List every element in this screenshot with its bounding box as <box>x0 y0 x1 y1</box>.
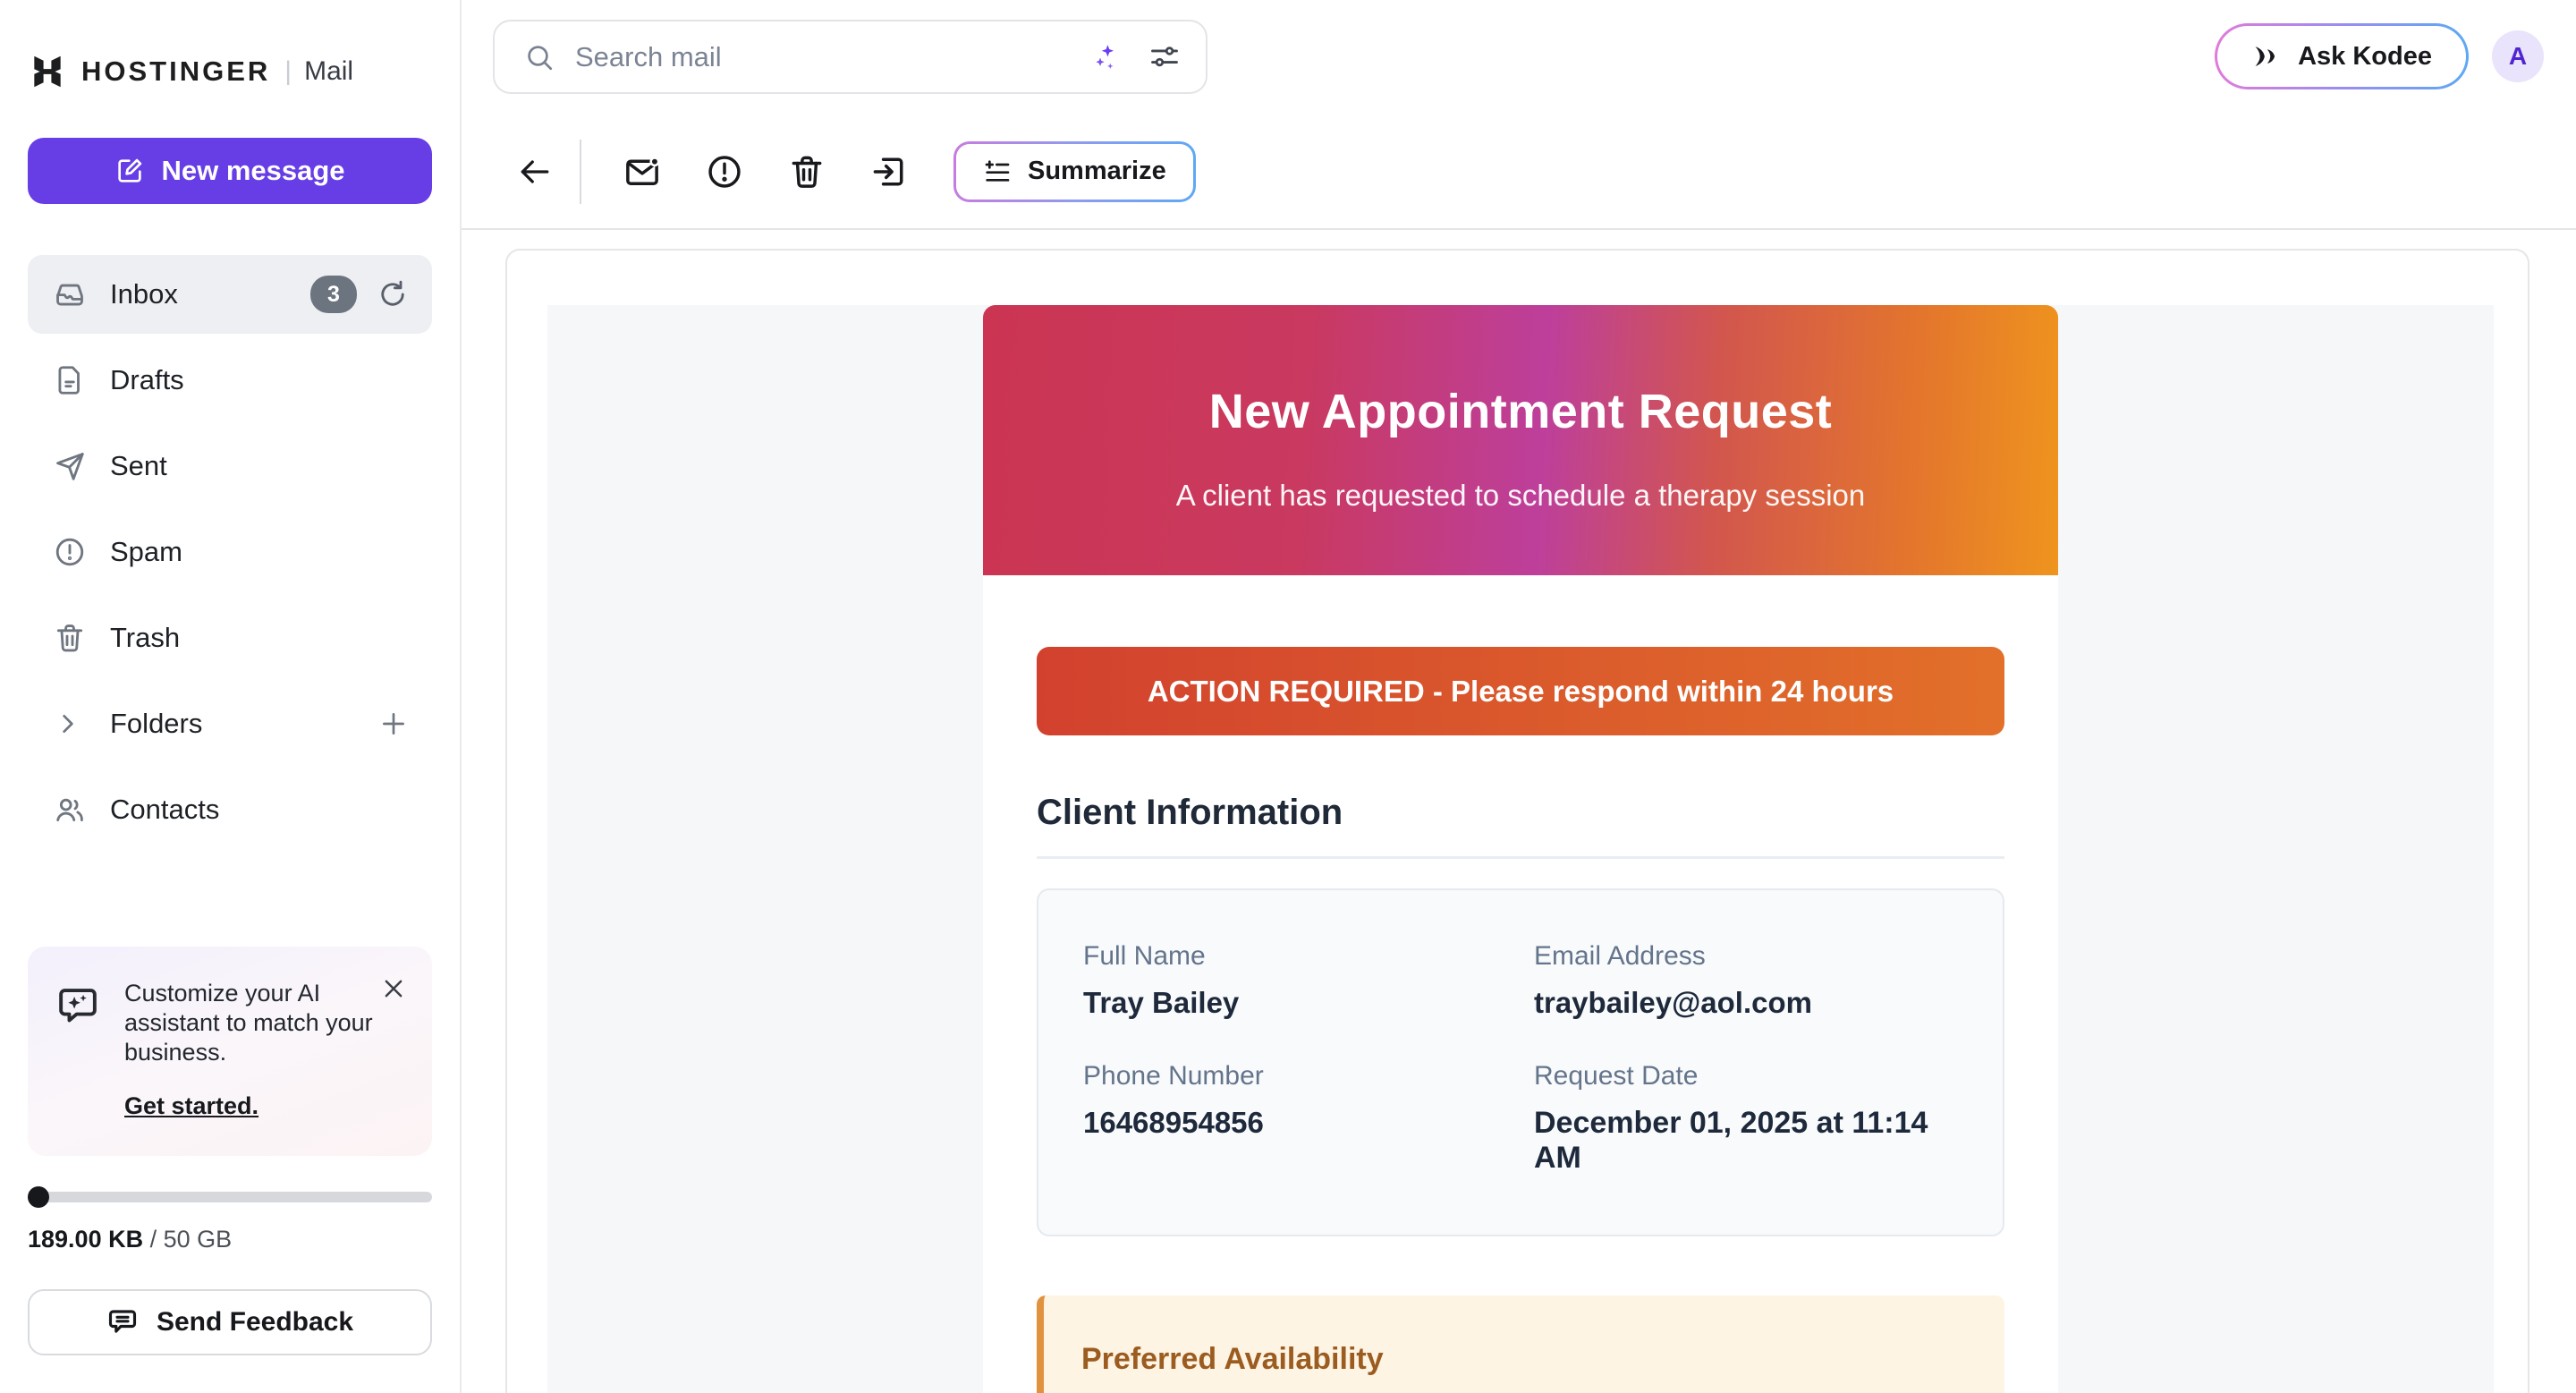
search-filters-icon[interactable] <box>1148 41 1181 73</box>
storage-used: 189.00 KB <box>28 1226 143 1253</box>
brand-name: HOSTINGER <box>81 55 270 88</box>
sidebar-item-label: Sent <box>110 450 409 482</box>
sidebar-item-folders[interactable]: Folders <box>28 684 432 763</box>
email-hero-subtitle: A client has requested to schedule a the… <box>983 479 2058 513</box>
new-message-label: New message <box>161 155 344 187</box>
action-required-banner: ACTION REQUIRED - Please respond within … <box>1037 647 2004 735</box>
sidebar-item-contacts[interactable]: Contacts <box>28 770 432 849</box>
toolbar-divider <box>580 140 581 204</box>
client-information-heading: Client Information <box>1037 793 2004 859</box>
availability-heading: Preferred Availability <box>1081 1342 1960 1377</box>
message-viewer: New Appointment Request A client has req… <box>505 249 2529 1393</box>
search-icon <box>523 41 555 73</box>
sidebar-item-label: Contacts <box>110 794 409 826</box>
sidebar-item-spam[interactable]: Spam <box>28 513 432 591</box>
search-bar[interactable] <box>493 20 1208 94</box>
sidebar-item-label: Folders <box>110 708 378 740</box>
field-request-date: Request Date December 01, 2025 at 11:14 … <box>1534 1061 1958 1176</box>
email-hero-header: New Appointment Request A client has req… <box>983 305 2058 575</box>
storage-section: 189.00 KB / 50 GB <box>28 1192 432 1253</box>
ask-kodee-button[interactable]: Ask Kodee <box>2215 23 2469 89</box>
drafts-icon <box>53 363 87 397</box>
sidebar-nav: Inbox 3 Drafts Sent <box>28 255 432 849</box>
sidebar-spacer <box>28 849 432 947</box>
field-value: traybailey@aol.com <box>1534 986 1958 1020</box>
sidebar-item-sent[interactable]: Sent <box>28 427 432 505</box>
kodee-icon <box>2251 41 2282 72</box>
ai-promo-get-started-link[interactable]: Get started. <box>124 1092 258 1120</box>
refresh-icon[interactable] <box>377 278 409 310</box>
ai-promo-text: Customize your AI assistant to match you… <box>124 979 393 1067</box>
sidebar-item-drafts[interactable]: Drafts <box>28 341 432 420</box>
preferred-availability-box: Preferred Availability Dates: Dec 06, 20… <box>1037 1295 2004 1393</box>
ask-kodee-label: Ask Kodee <box>2298 42 2432 72</box>
search-input[interactable] <box>575 41 1089 73</box>
main-area: Ask Kodee A <box>462 0 2576 1393</box>
sidebar-item-label: Inbox <box>110 278 310 310</box>
mark-unread-icon[interactable] <box>623 152 662 191</box>
field-label: Phone Number <box>1083 1061 1534 1091</box>
field-phone-number: Phone Number 16468954856 <box>1083 1061 1534 1176</box>
storage-progress-bar <box>28 1192 432 1202</box>
email-card: New Appointment Request A client has req… <box>983 305 2058 1393</box>
summarize-icon <box>983 157 1012 186</box>
report-spam-icon[interactable] <box>705 152 744 191</box>
app-root: HOSTINGER | Mail New message Inbox 3 <box>0 0 2576 1393</box>
field-full-name: Full Name Tray Bailey <box>1083 941 1534 1020</box>
field-value: December 01, 2025 at 11:14 AM <box>1534 1106 1958 1176</box>
send-feedback-button[interactable]: Send Feedback <box>28 1289 432 1355</box>
contacts-icon <box>53 793 87 827</box>
field-label: Email Address <box>1534 941 1958 972</box>
storage-text: 189.00 KB / 50 GB <box>28 1226 432 1253</box>
storage-total: 50 GB <box>164 1226 233 1253</box>
email-body: ACTION REQUIRED - Please respond within … <box>983 575 2058 1393</box>
add-folder-icon[interactable] <box>378 709 409 739</box>
ai-chat-icon <box>55 982 101 1029</box>
message-toolbar: Summarize <box>462 115 2576 230</box>
field-email-address: Email Address traybailey@aol.com <box>1534 941 1958 1020</box>
back-arrow-icon[interactable] <box>515 152 555 191</box>
brand-product: Mail <box>304 56 353 87</box>
trash-icon <box>53 621 87 655</box>
client-info-card: Full Name Tray Bailey Email Address tray… <box>1037 888 2004 1236</box>
sidebar-item-label: Drafts <box>110 364 409 396</box>
new-message-button[interactable]: New message <box>28 138 432 204</box>
sent-icon <box>53 449 87 483</box>
summarize-button[interactable]: Summarize <box>953 141 1196 202</box>
top-bar: Ask Kodee A <box>462 0 2576 115</box>
inbox-unread-badge: 3 <box>310 276 357 313</box>
ai-search-sparkles-icon[interactable] <box>1089 41 1122 73</box>
spam-icon <box>53 535 87 569</box>
ai-assistant-promo: Customize your AI assistant to match you… <box>28 947 432 1156</box>
chevron-right-icon[interactable] <box>53 709 81 738</box>
field-label: Request Date <box>1534 1061 1958 1091</box>
field-value: 16468954856 <box>1083 1106 1534 1140</box>
avatar[interactable]: A <box>2492 30 2544 82</box>
delete-icon[interactable] <box>787 152 826 191</box>
hostinger-logo-icon <box>28 52 67 91</box>
storage-progress-knob <box>28 1186 49 1208</box>
sidebar-item-trash[interactable]: Trash <box>28 599 432 677</box>
sidebar-item-label: Spam <box>110 536 409 568</box>
field-label: Full Name <box>1083 941 1534 972</box>
top-right-controls: Ask Kodee A <box>2215 23 2544 89</box>
sidebar-item-inbox[interactable]: Inbox 3 <box>28 255 432 334</box>
email-hero-title: New Appointment Request <box>983 384 2058 439</box>
email-content-area[interactable]: New Appointment Request A client has req… <box>547 305 2494 1393</box>
feedback-bubble-icon <box>106 1306 139 1338</box>
brand-divider: | <box>284 56 292 87</box>
storage-divider: / <box>150 1226 157 1253</box>
inbox-icon <box>53 277 87 311</box>
sidebar: HOSTINGER | Mail New message Inbox 3 <box>0 0 462 1393</box>
sidebar-item-label: Trash <box>110 622 409 654</box>
field-value: Tray Bailey <box>1083 986 1534 1020</box>
compose-icon <box>114 156 145 186</box>
summarize-label: Summarize <box>1028 157 1166 186</box>
close-icon[interactable] <box>380 975 407 1002</box>
brand-logo[interactable]: HOSTINGER | Mail <box>28 50 432 93</box>
move-to-folder-icon[interactable] <box>869 152 909 191</box>
send-feedback-label: Send Feedback <box>157 1307 353 1338</box>
